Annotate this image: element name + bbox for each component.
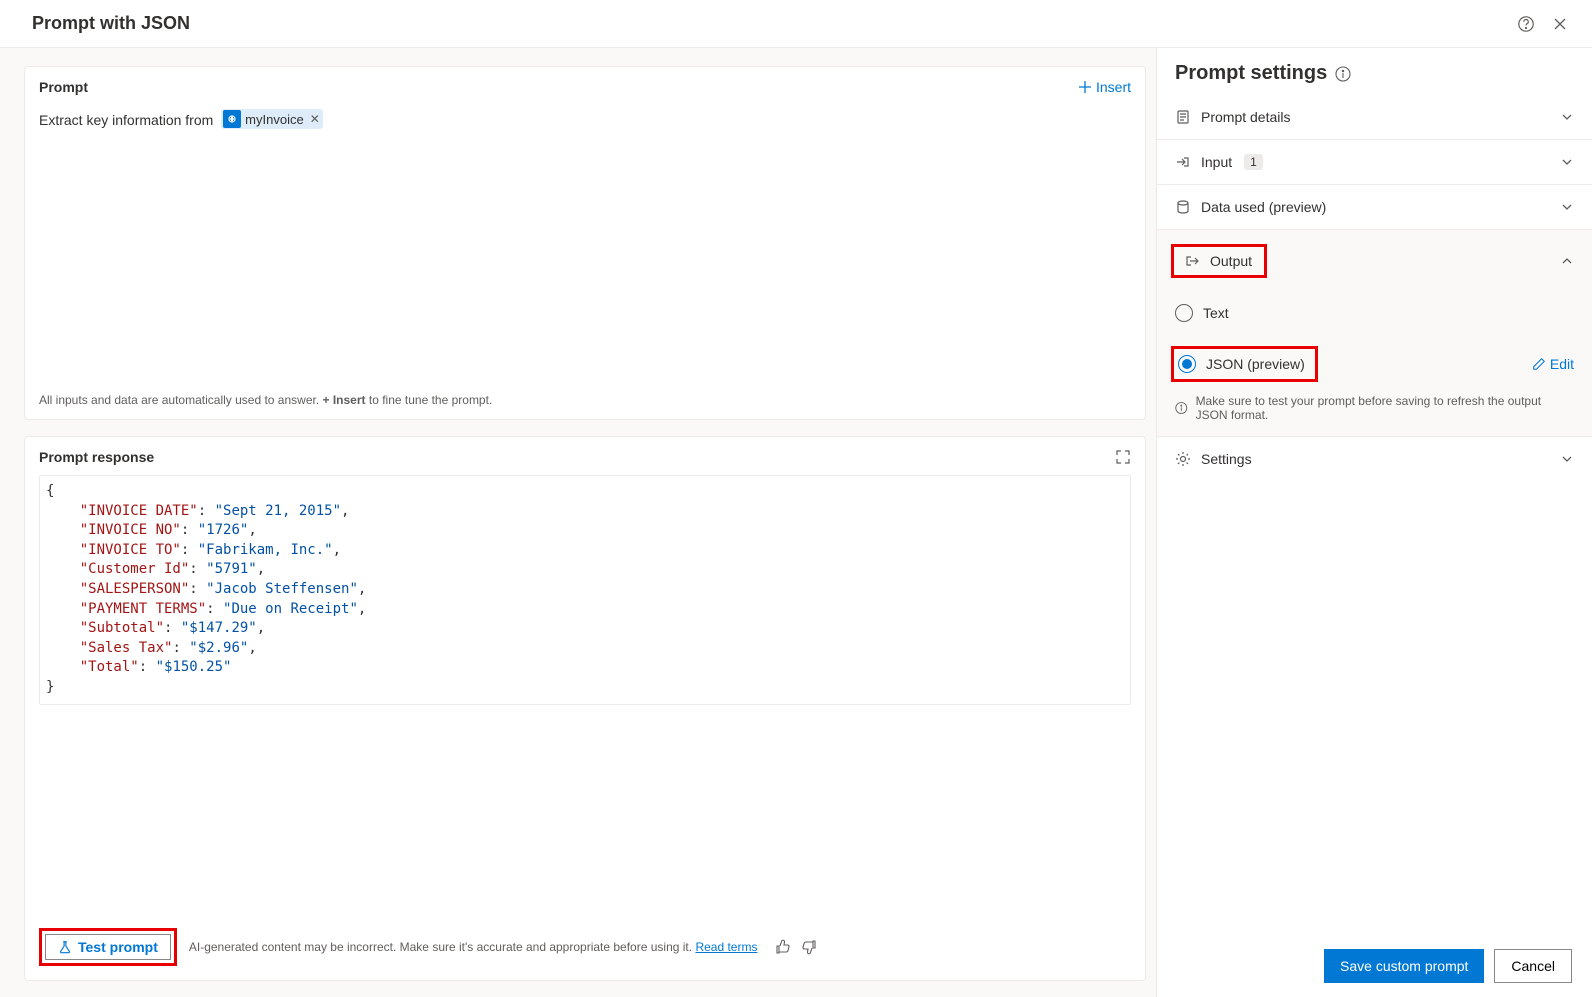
chevron-down-icon [1560, 110, 1574, 124]
insert-button[interactable]: Insert [1078, 79, 1131, 95]
ai-disclaimer: AI-generated content may be incorrect. M… [189, 940, 758, 954]
edit-label: Edit [1550, 356, 1574, 372]
chevron-down-icon [1560, 200, 1574, 214]
footer-bar: Save custom prompt Cancel [1304, 935, 1592, 997]
output-option-text[interactable]: Text [1157, 292, 1592, 334]
thumbs-down-icon[interactable] [801, 939, 817, 955]
option-label: JSON (preview) [1206, 356, 1305, 372]
section-label: Prompt details [1201, 109, 1290, 125]
data-icon [1175, 199, 1191, 215]
section-label: Data used (preview) [1201, 199, 1326, 215]
help-icon[interactable] [1516, 14, 1536, 34]
output-info: Make sure to test your prompt before sav… [1157, 394, 1592, 436]
cancel-button[interactable]: Cancel [1494, 949, 1572, 983]
section-label: Output [1210, 253, 1252, 269]
edit-button[interactable]: Edit [1532, 356, 1574, 372]
input-chip[interactable]: myInvoice ✕ [221, 109, 323, 129]
settings-sidebar: Prompt settings Prompt details Input 1 [1156, 48, 1592, 997]
prompt-hint: All inputs and data are automatically us… [25, 383, 1145, 419]
gear-icon [1175, 451, 1191, 467]
insert-label: Insert [1096, 79, 1131, 95]
test-prompt-label: Test prompt [78, 939, 158, 955]
expand-icon[interactable] [1115, 449, 1131, 465]
read-terms-link[interactable]: Read terms [695, 940, 757, 954]
prompt-text: Extract key information from [39, 112, 213, 128]
prompt-input[interactable]: Extract key information from myInvoice ✕ [25, 103, 1145, 383]
response-panel: Prompt response { "INVOICE DATE": "Sept … [24, 436, 1146, 981]
close-icon[interactable] [1550, 14, 1570, 34]
output-option-json[interactable]: JSON (preview) Edit [1157, 334, 1592, 394]
section-settings: Settings [1157, 437, 1592, 481]
chip-label: myInvoice [245, 112, 304, 127]
variable-icon [223, 110, 241, 128]
header: Prompt with JSON [0, 0, 1592, 48]
response-title: Prompt response [39, 449, 154, 465]
section-data-used: Data used (preview) [1157, 185, 1592, 230]
output-icon [1184, 253, 1200, 269]
section-prompt-details: Prompt details [1157, 95, 1592, 140]
chip-remove-icon[interactable]: ✕ [310, 112, 320, 126]
option-label: Text [1203, 305, 1229, 321]
save-button[interactable]: Save custom prompt [1324, 949, 1484, 983]
radio-checked[interactable] [1178, 355, 1196, 373]
chevron-down-icon [1560, 452, 1574, 466]
thumbs-up-icon[interactable] [775, 939, 791, 955]
prompt-section-title: Prompt [39, 79, 88, 95]
response-code: { "INVOICE DATE": "Sept 21, 2015", "INVO… [40, 476, 1130, 704]
chevron-down-icon [1560, 155, 1574, 169]
chevron-up-icon [1560, 254, 1574, 268]
radio-unchecked[interactable] [1175, 304, 1193, 322]
input-count-badge: 1 [1244, 154, 1263, 170]
details-icon [1175, 109, 1191, 125]
json-highlight: JSON (preview) [1171, 346, 1318, 382]
section-input: Input 1 [1157, 140, 1592, 185]
test-prompt-highlight: Test prompt [39, 928, 177, 966]
input-icon [1175, 154, 1191, 170]
output-highlight: Output [1171, 244, 1267, 278]
settings-title: Prompt settings [1175, 62, 1327, 85]
test-prompt-button[interactable]: Test prompt [45, 934, 171, 960]
prompt-panel: Prompt Insert Extract key information fr… [24, 66, 1146, 420]
section-output: Output Text JSON (preview) Edit [1157, 230, 1592, 437]
section-label: Input [1201, 154, 1232, 170]
info-icon[interactable] [1335, 66, 1351, 82]
section-label: Settings [1201, 451, 1252, 467]
page-title: Prompt with JSON [32, 13, 190, 34]
